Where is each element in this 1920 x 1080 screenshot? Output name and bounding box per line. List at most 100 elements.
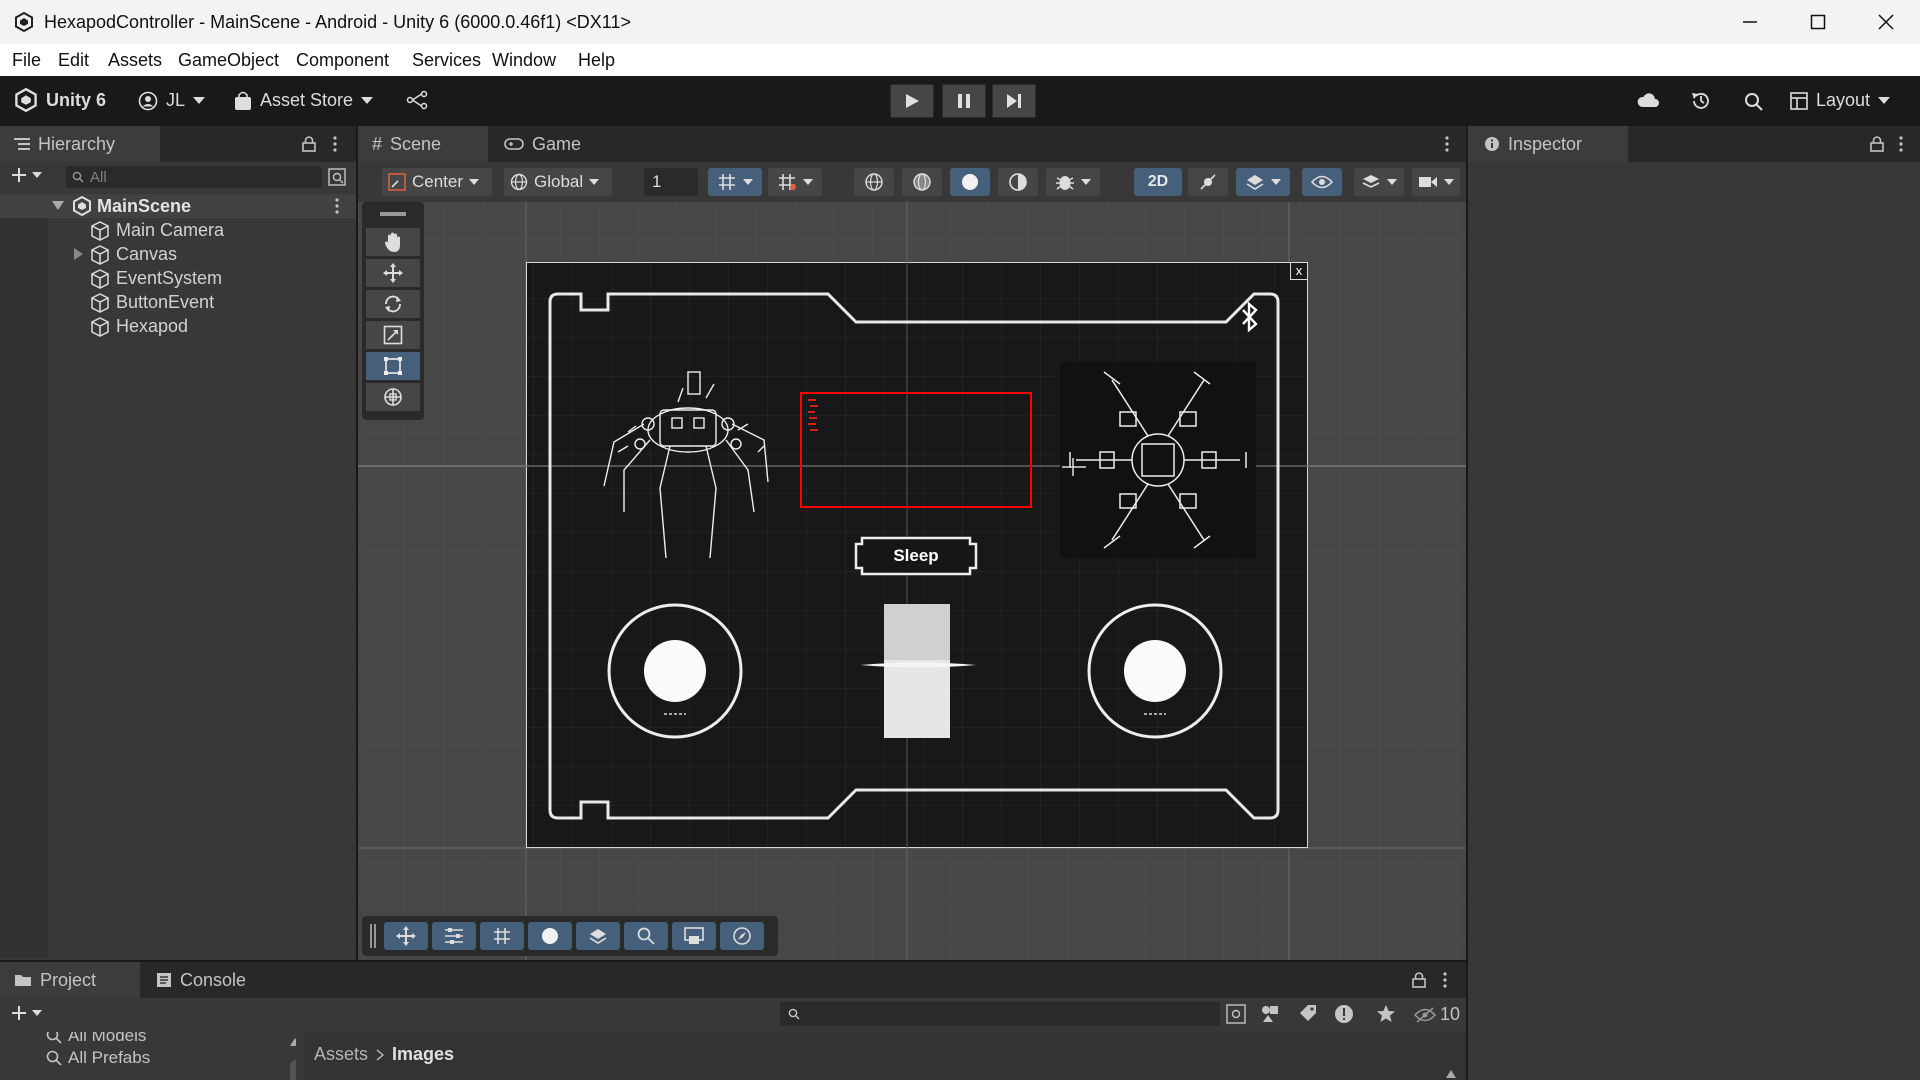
expand-arrow-icon[interactable] [74,248,83,260]
favorite-item[interactable]: All Models [46,1032,146,1046]
lock-icon[interactable] [1412,972,1426,988]
tab-scene[interactable]: # Scene [358,126,488,162]
create-button[interactable] [10,166,42,184]
expand-arrow-icon[interactable] [52,201,64,211]
overlay-camera-button[interactable] [672,922,716,950]
right-joystick[interactable] [1086,602,1224,740]
pause-button[interactable] [942,84,986,118]
layers-dropdown[interactable] [1354,168,1404,196]
rect-tool-button[interactable] [366,352,420,380]
menu-window[interactable]: Window [492,50,556,71]
project-search-input[interactable] [780,1002,1220,1026]
scale-tool-button[interactable] [366,321,420,349]
minimize-button[interactable] [1716,0,1784,44]
overlay-move-button[interactable] [384,922,428,950]
overlay-drag-handle[interactable] [380,212,406,216]
tab-hierarchy[interactable]: Hierarchy [0,126,160,162]
effects-dropdown[interactable] [1236,168,1290,196]
lighting-toggle[interactable] [1188,168,1228,196]
menu-component[interactable]: Component [296,50,389,71]
asset-store-dropdown[interactable]: Asset Store [234,90,374,111]
lock-icon[interactable] [1870,136,1884,152]
more-options-icon[interactable] [1444,136,1450,152]
hierarchy-scene-row[interactable]: MainScene [0,194,356,218]
hierarchy-item-hexapod[interactable]: Hexapod [0,314,356,338]
breadcrumb-images[interactable]: Images [392,1044,454,1065]
close-window-button[interactable] [1852,0,1920,44]
overlay-orientation-button[interactable] [720,922,764,950]
label-tag-icon[interactable] [1298,1004,1318,1024]
move-tool-button[interactable] [366,259,420,287]
more-options-icon[interactable] [334,198,340,214]
history-icon[interactable] [1690,90,1712,112]
menu-file[interactable]: File [12,50,41,71]
transform-handle-icon[interactable] [1058,452,1088,482]
tab-project[interactable]: Project [0,962,140,998]
tab-console[interactable]: Console [144,962,274,998]
debug-draw-mode-dropdown[interactable] [1046,168,1100,196]
overlay-shaded-button[interactable] [528,922,572,950]
tab-inspector[interactable]: Inspector [1468,126,1628,162]
grid-size-input[interactable]: 1 [644,168,698,196]
draw-mode-wireframe[interactable] [854,168,894,196]
menu-help[interactable]: Help [578,50,615,71]
pivot-dropdown[interactable]: Center [382,168,492,196]
favorites-scrollbar[interactable] [290,1060,296,1080]
overlay-sliders-button[interactable] [432,922,476,950]
filter-by-type-icon[interactable] [1260,1004,1282,1024]
warning-filter-icon[interactable] [1334,1004,1354,1024]
more-options-icon[interactable] [1898,136,1904,152]
hierarchy-search-input[interactable]: All [66,166,322,188]
breadcrumb-assets[interactable]: Assets [314,1044,368,1065]
bluetooth-icon[interactable] [1240,302,1260,332]
draw-mode-shaded-wireframe[interactable] [902,168,942,196]
unity-version-button[interactable]: Unity 6 [14,88,106,112]
star-icon[interactable] [1376,1004,1396,1024]
hand-tool-button[interactable] [366,228,420,256]
camera-settings-dropdown[interactable] [1412,168,1460,196]
scene-viewport[interactable]: x [358,202,1466,960]
layout-dropdown[interactable]: Layout [1790,90,1891,111]
scroll-up-icon[interactable] [290,1038,296,1046]
search-icon[interactable] [1744,92,1764,112]
hierarchy-item-buttonevent[interactable]: ButtonEvent [0,290,356,314]
scene-visibility-toggle[interactable] [1302,168,1342,196]
grid-visibility-toggle[interactable] [768,168,822,196]
tab-game[interactable]: Game [492,126,602,162]
cloud-icon[interactable] [1636,90,1660,110]
overlay-drag-handle[interactable] [370,924,376,948]
menu-edit[interactable]: Edit [58,50,89,71]
scene-search-icon[interactable] [328,168,346,186]
selected-text-rect[interactable] [800,392,1032,508]
hierarchy-item-eventsystem[interactable]: EventSystem [0,266,356,290]
lock-icon[interactable] [302,136,316,152]
sleep-button[interactable]: Sleep [854,536,978,576]
version-control-icon[interactable] [406,90,428,110]
mode-2d-toggle[interactable]: 2D [1134,168,1182,196]
transform-tool-button[interactable] [366,383,420,411]
menu-gameobject[interactable]: GameObject [178,50,279,71]
hidden-packages-toggle[interactable]: 10 [1414,1004,1460,1025]
draw-mode-unlit[interactable] [998,168,1038,196]
project-create-button[interactable] [10,1004,42,1022]
rotate-tool-button[interactable] [366,290,420,318]
menu-assets[interactable]: Assets [108,50,162,71]
grid-snapping-toggle[interactable] [708,168,762,196]
overlay-grid-snap-button[interactable] [480,922,524,950]
search-by-type-icon[interactable] [1226,1004,1246,1024]
hierarchy-item-main-camera[interactable]: Main Camera [0,218,356,242]
menu-services[interactable]: Services [412,50,481,71]
left-joystick[interactable] [606,602,744,740]
step-button[interactable] [992,84,1036,118]
scroll-up-icon[interactable] [1446,1070,1456,1078]
overlay-search-button[interactable] [624,922,668,950]
panel-divider[interactable] [356,126,358,962]
overlay-effects-button[interactable] [576,922,620,950]
height-slider-handle[interactable] [858,660,978,670]
maximize-button[interactable] [1784,0,1852,44]
favorite-item[interactable]: All Prefabs [46,1048,150,1068]
space-dropdown[interactable]: Global [504,168,612,196]
more-options-icon[interactable] [1442,972,1448,988]
play-button[interactable] [890,84,934,118]
more-options-icon[interactable] [332,136,338,152]
